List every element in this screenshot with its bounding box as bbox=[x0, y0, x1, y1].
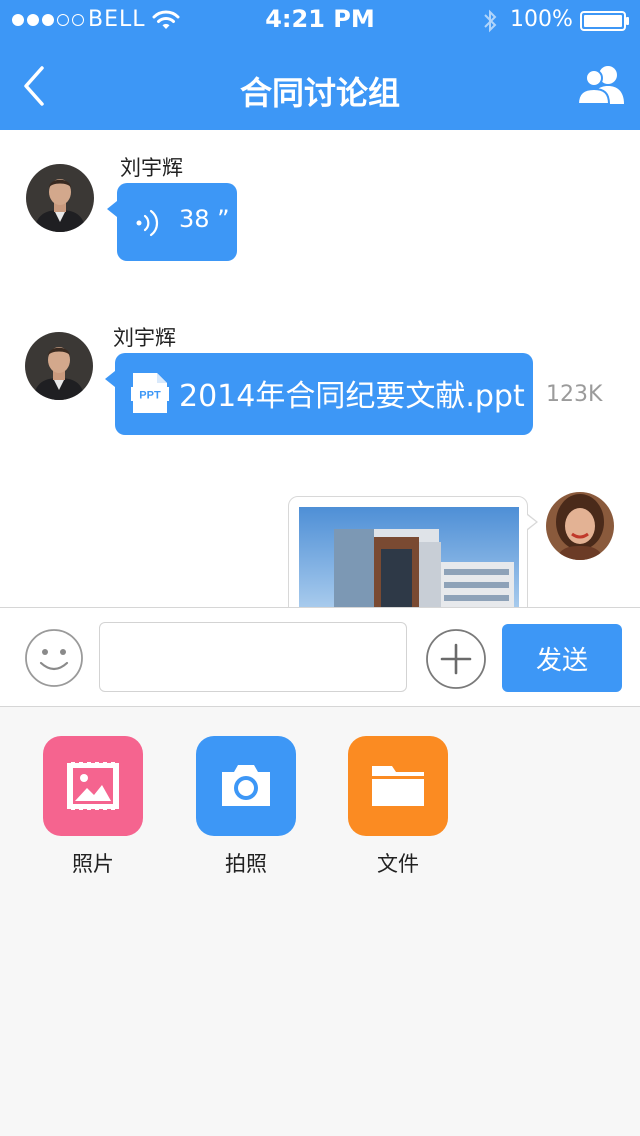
sender-name: 刘宇辉 bbox=[120, 156, 183, 180]
file-size: 123K bbox=[546, 382, 603, 407]
building-photo bbox=[299, 507, 519, 607]
group-members-button[interactable] bbox=[576, 64, 628, 108]
more-options-button[interactable] bbox=[425, 628, 487, 690]
back-button[interactable] bbox=[14, 60, 58, 110]
image-message-bubble[interactable] bbox=[288, 496, 538, 607]
input-bar: 发送 bbox=[0, 607, 640, 707]
attach-photo-button[interactable]: 照片 bbox=[33, 736, 153, 886]
avatar-man-image bbox=[25, 332, 93, 400]
chat-screen: BELL 4:21 PM 100% 合同讨论组 刘宇辉 38 ” 刘宇辉 PPT… bbox=[0, 0, 640, 1136]
sender-avatar[interactable] bbox=[25, 332, 93, 400]
emoji-button[interactable] bbox=[24, 628, 84, 688]
battery-percentage: 100% bbox=[510, 7, 573, 32]
group-icon bbox=[576, 66, 624, 105]
nav-bar: 合同讨论组 bbox=[0, 40, 640, 130]
folder-icon bbox=[372, 766, 424, 806]
photo-icon bbox=[67, 761, 119, 811]
sender-avatar[interactable] bbox=[26, 164, 94, 232]
voice-duration: 38 ” bbox=[179, 205, 230, 233]
attach-camera-button[interactable]: 拍照 bbox=[186, 736, 306, 886]
status-bar: BELL 4:21 PM 100% bbox=[0, 0, 640, 40]
file-tile bbox=[348, 736, 448, 836]
camera-icon bbox=[222, 765, 270, 806]
chat-message-list[interactable]: 刘宇辉 38 ” 刘宇辉 PPT 2014年合同纪要文献.ppt 123K bbox=[0, 130, 640, 607]
message-input[interactable] bbox=[99, 622, 407, 692]
attach-photo-label: 照片 bbox=[72, 852, 114, 876]
attach-file-label: 文件 bbox=[377, 852, 419, 876]
avatar-woman-image bbox=[546, 492, 614, 560]
sender-name: 刘宇辉 bbox=[113, 326, 176, 350]
voice-wave-icon bbox=[136, 209, 159, 237]
page-title: 合同讨论组 bbox=[239, 74, 400, 112]
ppt-badge-text: PPT bbox=[139, 390, 161, 402]
file-message-bubble[interactable]: PPT 2014年合同纪要文献.ppt bbox=[105, 353, 533, 435]
send-button[interactable]: 发送 bbox=[502, 624, 622, 692]
chevron-left-icon bbox=[24, 66, 44, 106]
photo-tile bbox=[43, 736, 143, 836]
voice-message-bubble[interactable]: 38 ” bbox=[107, 183, 237, 261]
attachment-panel: 照片 拍照 文件 bbox=[0, 707, 640, 1136]
file-name: 2014年合同纪要文献.ppt bbox=[179, 379, 525, 414]
camera-tile bbox=[196, 736, 296, 836]
my-avatar[interactable] bbox=[546, 492, 614, 560]
battery-icon bbox=[580, 11, 629, 31]
ppt-file-icon: PPT bbox=[131, 373, 169, 413]
attach-file-button[interactable]: 文件 bbox=[338, 736, 458, 886]
top-bar: BELL 4:21 PM 100% 合同讨论组 bbox=[0, 0, 640, 130]
smiley-icon bbox=[25, 629, 83, 687]
avatar-man-image bbox=[26, 164, 94, 232]
bluetooth-icon bbox=[484, 9, 497, 33]
plus-icon bbox=[426, 629, 486, 689]
attach-camera-label: 拍照 bbox=[225, 852, 267, 876]
